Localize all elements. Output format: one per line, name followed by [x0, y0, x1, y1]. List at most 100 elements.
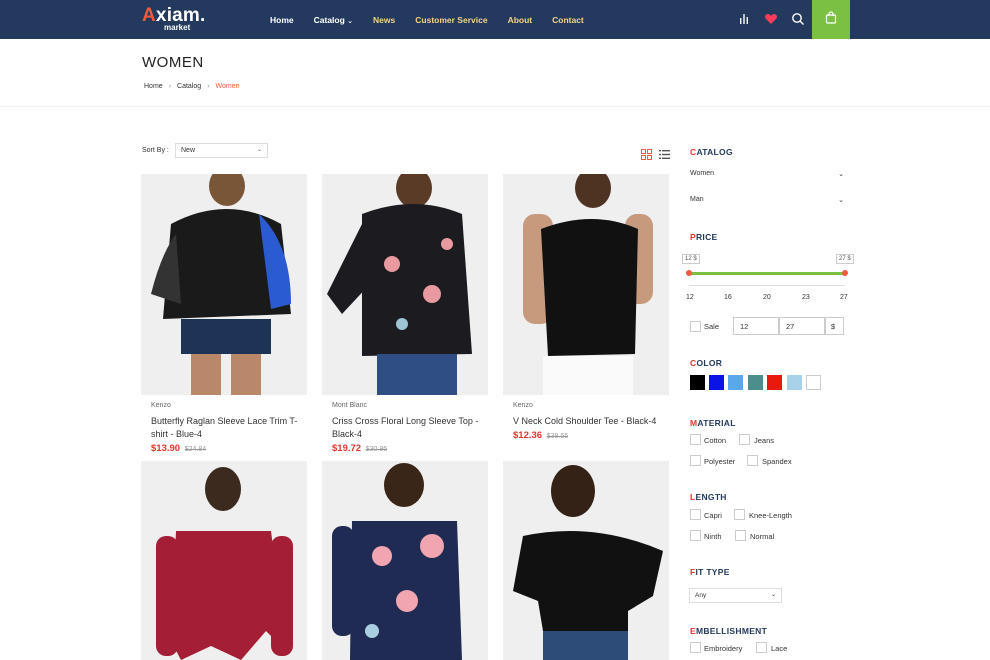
breadcrumb-catalog[interactable]: Catalog — [177, 83, 201, 90]
material-jeans-checkbox[interactable] — [739, 434, 750, 445]
product-image[interactable] — [322, 461, 488, 660]
list-view-icon[interactable] — [659, 147, 670, 165]
color-swatch-light-blue[interactable] — [728, 375, 743, 390]
price-current: $12.36 — [513, 430, 543, 441]
chevron-down-icon[interactable]: ⌄ — [838, 170, 844, 178]
range-max-handle[interactable] — [842, 270, 848, 276]
heading-rest: OLOR — [696, 358, 723, 368]
currency-button[interactable]: $ — [825, 317, 844, 335]
catalog-item-man[interactable]: Man ⌄ — [690, 196, 848, 204]
logo[interactable]: Axiam. market — [142, 5, 206, 32]
checkbox-label: Jeans — [754, 436, 775, 445]
cart-button[interactable] — [812, 0, 850, 39]
page-title: WOMEN — [142, 54, 204, 71]
embellishment-embroidery-checkbox[interactable] — [690, 642, 701, 653]
sort-label: Sort By : — [142, 147, 169, 154]
color-swatch-black[interactable] — [690, 375, 705, 390]
product-name[interactable]: Butterfly Raglan Sleeve Lace Trim T-shir… — [151, 415, 299, 441]
product-image[interactable] — [141, 461, 307, 660]
length-capri-checkbox[interactable] — [690, 509, 701, 520]
color-swatch-teal[interactable] — [748, 375, 763, 390]
checkbox-label: Normal — [750, 532, 775, 541]
fit-type-heading: FIT TYPE — [690, 567, 730, 577]
nav-contact[interactable]: Contact — [552, 15, 584, 25]
price-max-input[interactable]: 27 — [779, 317, 825, 335]
product-image[interactable] — [503, 461, 669, 660]
checkbox-label: Capri — [704, 511, 722, 520]
material-spandex-checkbox[interactable] — [747, 455, 758, 466]
product-price: $12.36 $38.55 — [513, 430, 669, 441]
nav-catalog-label: Catalog — [313, 14, 345, 25]
product-card[interactable] — [503, 461, 669, 660]
sale-checkbox[interactable] — [690, 321, 701, 332]
chevron-down-icon: ⌄ — [770, 592, 776, 598]
heart-icon[interactable] — [764, 12, 778, 26]
range-min-handle[interactable] — [686, 270, 692, 276]
product-card[interactable]: Mont Blanc Criss Cross Floral Long Sleev… — [322, 174, 488, 454]
heading-rest: ENGTH — [695, 492, 727, 502]
color-swatch-white[interactable] — [806, 375, 821, 390]
color-swatch-blue[interactable] — [709, 375, 724, 390]
nav-home[interactable]: Home — [270, 15, 294, 25]
nav-catalog[interactable]: Catalog ⌄ — [314, 15, 353, 25]
material-heading: MATERIAL — [690, 418, 736, 428]
nav-about[interactable]: About — [508, 15, 533, 25]
product-image[interactable] — [141, 174, 307, 395]
top-header: Axiam. market Home Catalog ⌄ News Custom… — [0, 0, 990, 39]
sort-value: New — [181, 147, 196, 154]
color-swatch-red[interactable] — [767, 375, 782, 390]
logo-a: A — [142, 5, 156, 26]
product-image[interactable] — [322, 174, 488, 395]
catalog-item-label: Man — [690, 196, 704, 203]
heading-rest: IT TYPE — [695, 567, 730, 577]
chevron-down-icon: ⌄ — [256, 147, 262, 153]
product-price: $19.72 $30.95 — [332, 443, 488, 454]
product-card[interactable] — [322, 461, 488, 660]
product-card[interactable]: Kenzo V Neck Cold Shoulder Tee - Black-4… — [503, 174, 669, 441]
product-card[interactable] — [141, 461, 307, 660]
length-ninth-checkbox[interactable] — [690, 530, 701, 541]
divider — [0, 106, 990, 107]
checkbox-label: Embroidery — [704, 644, 743, 653]
breadcrumb-current: Women — [215, 83, 240, 90]
heading-rest: ATALOG — [696, 147, 733, 157]
breadcrumb: Home › Catalog › Women — [144, 83, 240, 90]
fit-type-value: Any — [695, 592, 707, 599]
tick-label: 16 — [724, 294, 732, 301]
length-normal-checkbox[interactable] — [735, 530, 746, 541]
tick-label: 12 — [686, 294, 694, 301]
cart-icon — [825, 10, 837, 29]
fit-type-select[interactable]: Any ⌄ — [689, 588, 782, 603]
chevron-down-icon[interactable]: ⌄ — [838, 196, 844, 204]
product-brand: Mont Blanc — [332, 402, 368, 409]
range-max-tag: 27 $ — [836, 254, 854, 264]
nav-customer-service[interactable]: Customer Service — [415, 15, 487, 25]
product-image[interactable] — [503, 174, 669, 395]
product-name[interactable]: V Neck Cold Shoulder Tee - Black-4 — [513, 415, 661, 428]
checkbox-label: Polyester — [704, 457, 736, 466]
header-icons — [737, 12, 805, 26]
sort-select[interactable]: New ⌄ — [175, 143, 268, 158]
price-min-input[interactable]: 12 — [733, 317, 779, 335]
chevron-down-icon: ⌄ — [347, 17, 354, 25]
range-ticks — [689, 285, 845, 293]
length-knee-checkbox[interactable] — [734, 509, 745, 520]
color-heading: COLOR — [690, 358, 722, 368]
price-range-track[interactable] — [689, 272, 845, 275]
material-cotton-checkbox[interactable] — [690, 434, 701, 445]
material-polyester-checkbox[interactable] — [690, 455, 701, 466]
search-icon[interactable] — [791, 12, 805, 26]
bar-chart-icon[interactable] — [737, 12, 751, 26]
tick-label: 27 — [840, 294, 848, 301]
breadcrumb-home[interactable]: Home — [144, 83, 163, 90]
color-swatch-pale-blue[interactable] — [787, 375, 802, 390]
nav-news[interactable]: News — [373, 15, 395, 25]
view-toggle — [641, 147, 670, 165]
grid-view-icon[interactable] — [641, 147, 652, 165]
product-name[interactable]: Criss Cross Floral Long Sleeve Top - Bla… — [332, 415, 480, 441]
price-old: $38.55 — [546, 433, 569, 440]
embellishment-heading: EMBELLISHMENT — [690, 626, 767, 636]
product-card[interactable]: Kenzo Butterfly Raglan Sleeve Lace Trim … — [141, 174, 307, 454]
embellishment-lace-checkbox[interactable] — [756, 642, 767, 653]
catalog-item-women[interactable]: Women ⌄ — [690, 170, 848, 178]
